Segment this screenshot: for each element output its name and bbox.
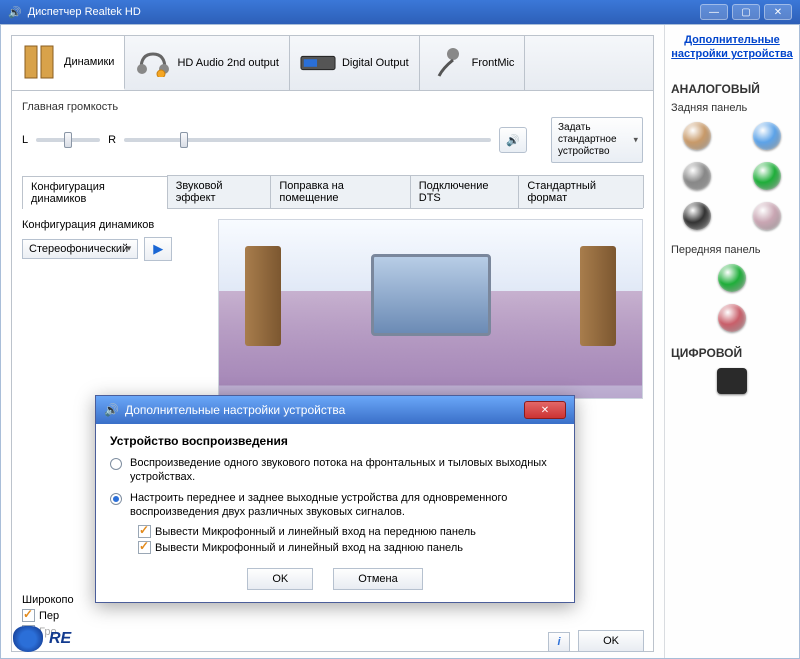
device-tab-hd2nd[interactable]: HD Audio 2nd output	[125, 36, 290, 90]
speaker-config-label: Конфигурация динамиков	[22, 219, 202, 231]
headphones-icon	[135, 43, 171, 83]
playback-option-1-radio[interactable]	[110, 458, 122, 470]
front-panel-label: Передняя панель	[671, 244, 793, 256]
rear-jack-3[interactable]	[753, 162, 781, 190]
subtab-speaker-config[interactable]: Конфигурация динамиков	[22, 176, 168, 209]
main-ok-button[interactable]: OK	[578, 630, 644, 652]
device-tabs: Динамики HD Audio 2nd output	[11, 35, 654, 91]
analog-heading: АНАЛОГОВЫЙ	[671, 82, 793, 96]
device-tab-frontmic[interactable]: FrontMic	[420, 36, 526, 90]
front-jack-0[interactable]	[718, 264, 746, 292]
realtek-crab-icon	[13, 626, 43, 652]
default-device-label: Задать стандартное устройство	[558, 122, 617, 157]
balance-left-label: L	[22, 134, 28, 146]
route-mic-rear-checkbox[interactable]	[138, 541, 151, 554]
playback-device-group-title: Устройство воспроизведения	[110, 434, 560, 448]
main-volume-label: Главная громкость	[22, 101, 643, 113]
speaker-config-select[interactable]: Стереофонический	[22, 239, 138, 259]
brand-text: RE	[49, 630, 71, 648]
speaker-icon: 🔊	[104, 403, 119, 417]
window-title: Диспетчер Realtek HD	[28, 6, 141, 18]
rear-jack-2[interactable]	[683, 162, 711, 190]
maximize-button[interactable]: ▢	[732, 4, 760, 20]
preview-speaker-left	[245, 246, 281, 346]
brand-logo: RE	[13, 626, 71, 652]
rear-jack-0[interactable]	[683, 122, 711, 150]
mute-button[interactable]: 🔊	[499, 127, 527, 153]
rear-panel-label: Задняя панель	[671, 102, 793, 114]
close-button[interactable]: ✕	[764, 4, 792, 20]
subtab-sound-effect[interactable]: Звуковой эффект	[167, 175, 272, 208]
speaker-preview	[218, 219, 643, 399]
rear-jack-grid	[671, 122, 793, 230]
advanced-settings-dialog: 🔊 Дополнительные настройки устройства ✕ …	[95, 395, 575, 603]
dialog-title: Дополнительные настройки устройства	[125, 403, 345, 417]
device-tab-label: HD Audio 2nd output	[177, 57, 279, 69]
balance-slider[interactable]	[36, 138, 100, 142]
set-default-device-dropdown[interactable]: Задать стандартное устройство	[551, 117, 643, 163]
playback-option-1-label: Воспроизведение одного звукового потока …	[130, 456, 560, 485]
dialog-cancel-button[interactable]: Отмена	[333, 568, 422, 590]
receiver-icon	[300, 43, 336, 83]
front-jack-col	[671, 264, 793, 332]
advanced-settings-link[interactable]: Дополнительные настройки устройства	[671, 33, 793, 62]
route-mic-front-label: Вывести Микрофонный и линейный вход на п…	[155, 526, 476, 538]
preview-monitor	[371, 254, 491, 336]
playback-option-2-label: Настроить переднее и заднее выходные уст…	[130, 491, 560, 520]
rear-jack-5[interactable]	[753, 202, 781, 230]
digital-output-jack[interactable]	[717, 368, 747, 394]
info-button[interactable]: i	[548, 632, 570, 652]
speaker-config-value: Стереофонический	[29, 243, 128, 255]
test-play-button[interactable]: ▶	[144, 237, 172, 261]
front-speakers-checkbox[interactable]	[22, 609, 35, 622]
route-mic-rear-label: Вывести Микрофонный и линейный вход на з…	[155, 542, 463, 554]
dialog-close-button[interactable]: ✕	[524, 401, 566, 419]
preview-speaker-right	[580, 246, 616, 346]
subtabs: Конфигурация динамиков Звуковой эффект П…	[22, 175, 643, 209]
playback-option-2-radio[interactable]	[110, 493, 122, 505]
route-mic-front-checkbox[interactable]	[138, 525, 151, 538]
subtab-room-correction[interactable]: Поправка на помещение	[270, 175, 410, 208]
digital-heading: ЦИФРОВОЙ	[671, 346, 793, 360]
titlebar: 🔊 Диспетчер Realtek HD — ▢ ✕	[0, 0, 800, 24]
front-speakers-label: Пер	[39, 610, 59, 622]
minimize-button[interactable]: —	[700, 4, 728, 20]
subtab-default-format[interactable]: Стандартный формат	[518, 175, 644, 208]
speaker-icon: 🔊	[8, 6, 22, 19]
device-tab-label: Динамики	[64, 56, 114, 68]
device-tab-label: Digital Output	[342, 57, 409, 69]
rear-jack-4[interactable]	[683, 202, 711, 230]
dialog-ok-button[interactable]: OK	[247, 568, 313, 590]
front-jack-1[interactable]	[718, 304, 746, 332]
device-tab-label: FrontMic	[472, 57, 515, 69]
device-tab-speakers[interactable]: Динамики	[12, 36, 125, 90]
microphone-icon	[430, 43, 466, 83]
master-volume-slider[interactable]	[124, 138, 491, 142]
rear-jack-1[interactable]	[753, 122, 781, 150]
speakers-icon	[22, 42, 58, 82]
dialog-titlebar: 🔊 Дополнительные настройки устройства ✕	[96, 396, 574, 424]
device-tab-digital[interactable]: Digital Output	[290, 36, 420, 90]
balance-right-label: R	[108, 134, 116, 146]
subtab-dts[interactable]: Подключение DTS	[410, 175, 520, 208]
